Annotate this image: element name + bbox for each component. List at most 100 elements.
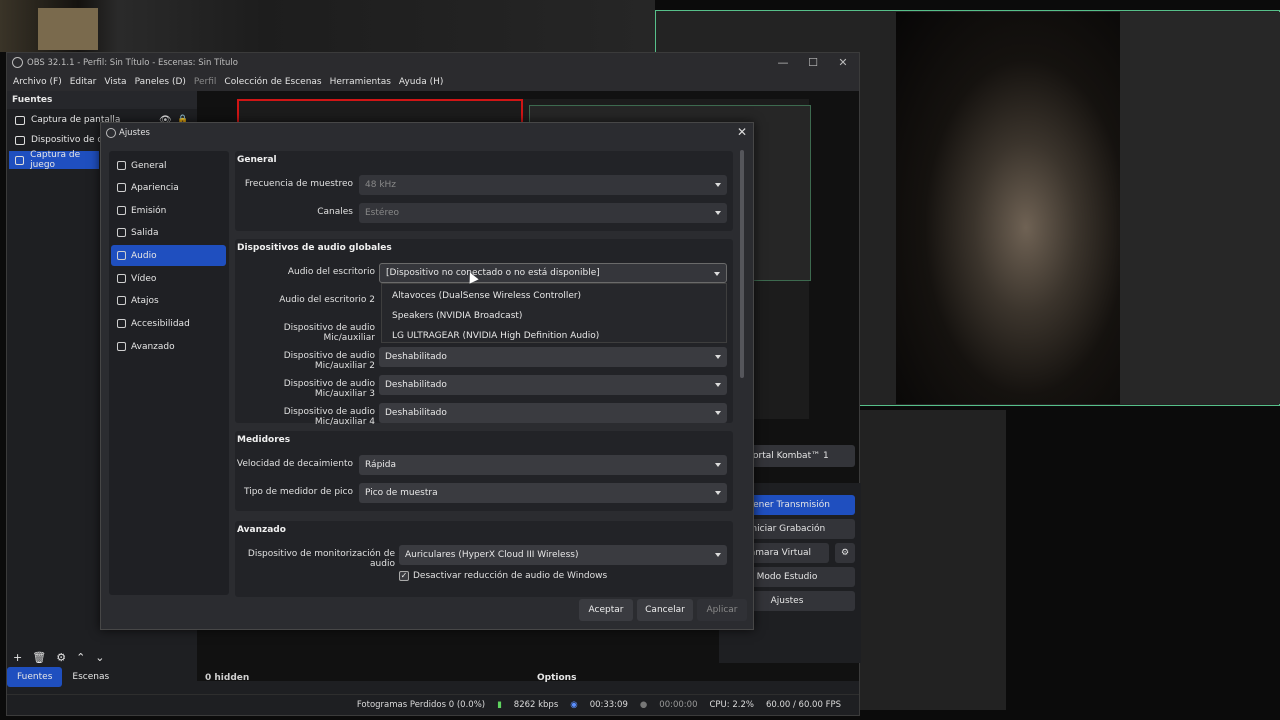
peak-meter-select[interactable]: Pico de muestra: [359, 483, 727, 503]
menu-perfil[interactable]: Perfil: [194, 77, 217, 87]
ducking-checkbox[interactable]: ✓: [399, 571, 409, 581]
nav-atajos[interactable]: Atajos: [111, 290, 226, 311]
group-general: General Frecuencia de muestreo 48 kHz Ca…: [235, 151, 733, 231]
scene-select-value: ortal Kombat™ 1: [753, 451, 829, 461]
menu-paneles[interactable]: Paneles (D): [135, 77, 186, 87]
peak-meter-label: Tipo de medidor de pico: [244, 487, 353, 497]
maximize-button[interactable]: ☐: [801, 55, 825, 71]
dropdown-option[interactable]: Speakers (NVIDIA Broadcast): [392, 311, 522, 321]
nav-label: Emisión: [131, 205, 167, 216]
palette-icon: [117, 183, 126, 192]
menu-herramientas[interactable]: Herramientas: [330, 77, 391, 87]
apply-button[interactable]: Aplicar: [697, 599, 747, 621]
channels-select[interactable]: Estéreo: [359, 203, 727, 223]
select-value: Deshabilitado: [385, 408, 447, 418]
tools-icon: [117, 342, 126, 351]
gear-icon[interactable]: ⚙: [56, 651, 66, 664]
tab-fuentes[interactable]: Fuentes: [7, 667, 63, 687]
stream-icon: ◉: [570, 699, 578, 710]
desktop-audio-2-label: Audio del escritorio 2: [279, 295, 375, 305]
up-icon[interactable]: ⌃: [76, 651, 85, 664]
virtual-camera-settings-icon[interactable]: ⚙: [835, 543, 855, 563]
select-value: Estéreo: [365, 208, 399, 218]
record-icon: ●: [639, 699, 648, 710]
menu-editar[interactable]: Editar: [70, 77, 97, 87]
stream-time: 00:33:09: [589, 699, 628, 710]
down-icon[interactable]: ⌄: [95, 651, 104, 664]
tab-escenas[interactable]: Escenas: [62, 667, 119, 687]
nav-label: Accesibilidad: [131, 318, 190, 329]
gear-icon: [117, 161, 126, 170]
chevron-down-icon: [715, 211, 721, 215]
nav-emision[interactable]: Emisión: [111, 200, 226, 221]
mic-2-select[interactable]: Deshabilitado: [379, 347, 727, 367]
chevron-down-icon: [715, 383, 721, 387]
antenna-icon: [117, 206, 126, 215]
accessibility-icon: [117, 319, 126, 328]
cancel-button[interactable]: Cancelar: [637, 599, 693, 621]
webcam-feed: [896, 12, 1120, 404]
ducking-label: Desactivar reducción de audio de Windows: [413, 571, 608, 581]
menu-vista[interactable]: Vista: [104, 77, 126, 87]
menu-coleccion-escenas[interactable]: Colección de Escenas: [224, 77, 321, 87]
scene-select[interactable]: ortal Kombat™ 1: [749, 445, 855, 467]
accept-button[interactable]: Aceptar: [579, 599, 633, 621]
bitrate: 8262 kbps: [513, 699, 559, 710]
monitoring-device-label: Dispositivo de monitorización de audio: [247, 549, 395, 569]
sources-toolbar: + 🗑 ⚙ ⌃ ⌄: [13, 651, 105, 664]
nav-avanzado[interactable]: Avanzado: [111, 336, 226, 357]
trash-icon[interactable]: 🗑: [32, 651, 46, 664]
chevron-down-icon: [715, 355, 721, 359]
hidden-count: 0 hidden: [205, 673, 250, 683]
chevron-down-icon: [715, 491, 721, 495]
dock-tabs: Fuentes Escenas: [7, 667, 197, 689]
fps: 60.00 / 60.00 FPS: [765, 699, 841, 710]
group-title: Medidores: [237, 435, 291, 445]
mic-2-label: Dispositivo de audio Mic/auxiliar 2: [283, 351, 375, 371]
keyboard-icon: [117, 296, 126, 305]
monitoring-device-select[interactable]: Auriculares (HyperX Cloud III Wireless): [399, 545, 727, 565]
settings-scrollbar[interactable]: [740, 150, 744, 378]
nav-salida[interactable]: Salida: [111, 222, 226, 243]
mic-3-select[interactable]: Deshabilitado: [379, 375, 727, 395]
nav-audio[interactable]: Audio: [111, 245, 226, 266]
nav-accesibilidad[interactable]: Accesibilidad: [111, 313, 226, 334]
select-value: Deshabilitado: [385, 352, 447, 362]
select-value: Pico de muestra: [365, 488, 438, 498]
mic-4-label: Dispositivo de audio Mic/auxiliar 4: [283, 407, 375, 427]
options-button[interactable]: Options: [537, 673, 576, 683]
minimize-button[interactable]: —: [771, 55, 795, 71]
camera-icon: [15, 135, 25, 145]
background-thumbnail: [38, 8, 98, 50]
dropdown-option[interactable]: LG ULTRAGEAR (NVIDIA High Definition Aud…: [392, 331, 599, 341]
obs-logo-icon: [12, 57, 23, 68]
add-icon[interactable]: +: [13, 651, 22, 664]
sample-rate-select[interactable]: 48 kHz: [359, 175, 727, 195]
monitor-icon: [117, 274, 126, 283]
channels-label: Canales: [317, 207, 353, 217]
dropdown-option[interactable]: Altavoces (DualSense Wireless Controller…: [392, 291, 581, 301]
select-value: Auriculares (HyperX Cloud III Wireless): [405, 550, 579, 560]
close-icon[interactable]: ✕: [737, 125, 747, 139]
obs-title: OBS 32.1.1 - Perfil: Sin Título - Escena…: [27, 58, 238, 68]
output-icon: [117, 228, 126, 237]
desktop-audio-select[interactable]: [Dispositivo no conectado o no está disp…: [379, 263, 727, 283]
nav-label: Audio: [131, 250, 157, 261]
group-title: General: [237, 155, 277, 165]
nav-apariencia[interactable]: Apariencia: [111, 177, 226, 198]
close-window-button[interactable]: ✕: [831, 55, 855, 71]
signal-icon: ▮: [497, 699, 502, 710]
menu-archivo[interactable]: Archivo (F): [13, 77, 62, 87]
decay-rate-select[interactable]: Rápida: [359, 455, 727, 475]
sample-rate-label: Frecuencia de muestreo: [244, 179, 353, 189]
source-item-captura-juego[interactable]: Captura de juego: [9, 150, 99, 170]
menu-ayuda[interactable]: Ayuda (H): [399, 77, 443, 87]
group-advanced: Avanzado Dispositivo de monitorización d…: [235, 521, 733, 597]
nav-video[interactable]: Vídeo: [111, 268, 226, 289]
sources-header: Fuentes: [7, 91, 197, 109]
select-value: Deshabilitado: [385, 380, 447, 390]
decay-rate-label: Velocidad de decaimiento: [236, 459, 353, 469]
mic-4-select[interactable]: Deshabilitado: [379, 403, 727, 423]
nav-general[interactable]: General: [111, 155, 226, 176]
nav-label: Avanzado: [131, 341, 175, 352]
